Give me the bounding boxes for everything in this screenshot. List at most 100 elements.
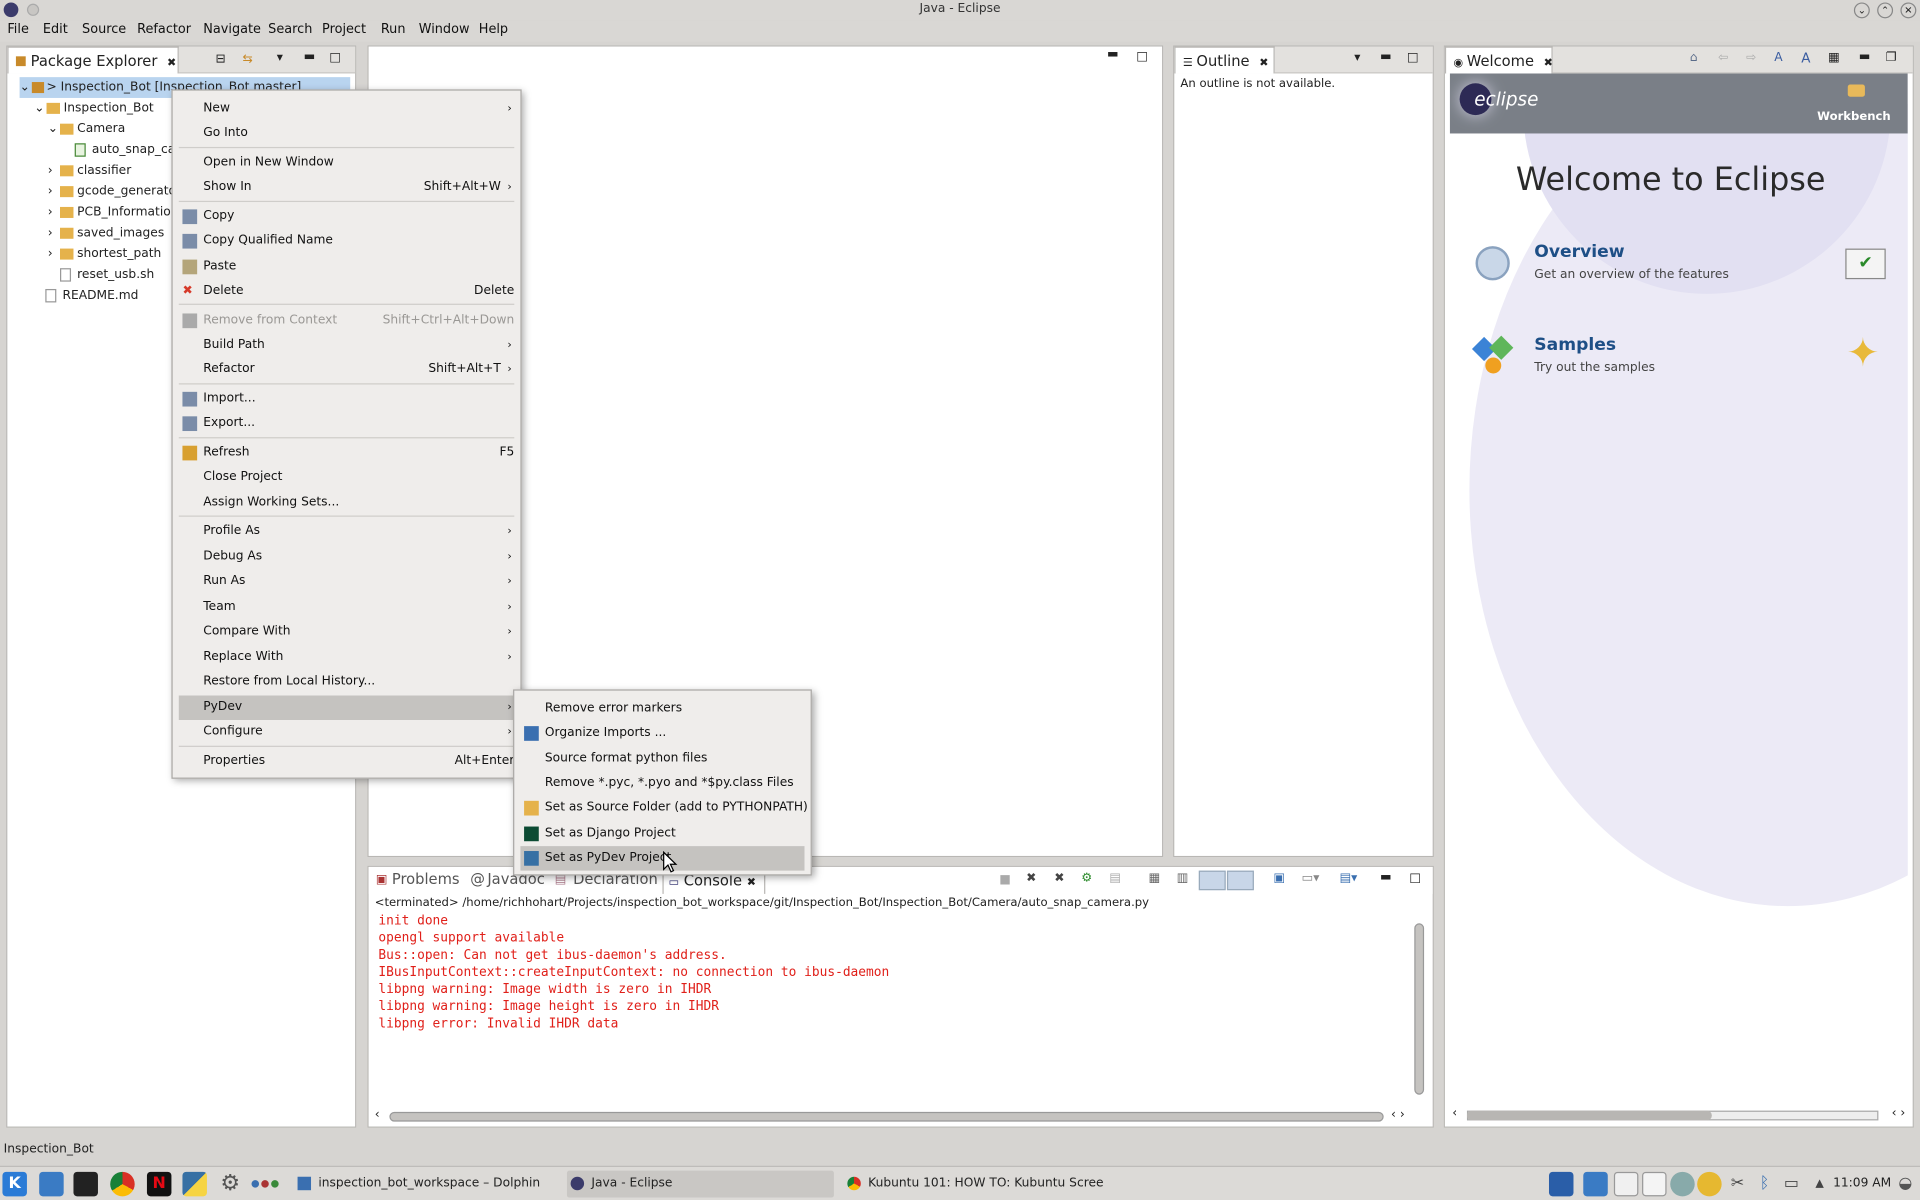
menu-item-replace-with[interactable]: Replace With › [179,645,515,669]
tree-item-pcb-information[interactable]: › PCB_Information [48,202,179,223]
tree-item-gcode-generator[interactable]: › gcode_generator [48,181,181,202]
expand-icon[interactable]: ⌄ [20,77,30,98]
menu-item-export[interactable]: Export... [179,411,515,435]
menu-item-paste[interactable]: Paste [179,255,515,279]
terminate-icon[interactable]: ■ [999,873,1011,886]
maximize-icon[interactable]: ⌃ [1877,2,1894,19]
menu-navigate[interactable]: Navigate [203,22,261,37]
back-icon[interactable]: ⇦ [1718,51,1728,64]
submenu-item-set-as-source-folder-add-to-pythonpath[interactable]: Set as Source Folder (add to PYTHONPATH) [520,796,808,820]
overview-link[interactable]: Overview [1534,242,1624,262]
updates-icon[interactable] [1697,1171,1722,1197]
collapse-icon[interactable]: › [48,244,53,265]
menu-item-copy-qualified-name[interactable]: Copy Qualified Name [179,229,515,253]
tree-item-readme[interactable]: README.md [45,285,138,306]
maximize-editor-icon[interactable]: □ [1136,50,1148,63]
workbench-icon[interactable] [1847,84,1865,97]
tree-item-inspection-bot[interactable]: ⌄ Inspection_Bot [34,98,153,119]
menu-project[interactable]: Project [322,22,366,37]
submenu-item-organize-imports[interactable]: Organize Imports ... [520,721,804,745]
menu-run[interactable]: Run [381,22,406,37]
tab-outline[interactable]: ☰ Outline ✖ [1174,46,1275,74]
settings-icon[interactable]: ⚙ [218,1171,242,1196]
minimize-view-icon[interactable]: ▬ [1380,871,1392,884]
menu-item-refactor[interactable]: Refactor Shift+Alt+T › [179,358,515,382]
close-icon[interactable]: ✕ [1900,2,1917,19]
task-eclipse[interactable]: Java - Eclipse [566,1170,834,1198]
minimize-icon[interactable]: ⌄ [1853,2,1870,19]
terminal-icon[interactable] [73,1171,98,1197]
document-icon[interactable] [1642,1171,1667,1197]
tray-expand-icon[interactable]: ▲ [1807,1172,1831,1196]
network-icon[interactable] [1670,1171,1695,1197]
maximize-view-icon[interactable]: □ [329,51,341,64]
minimize-view-icon[interactable]: ▬ [1859,50,1871,63]
display-console-icon[interactable]: ▭▾ [1302,872,1320,885]
close-tab-icon[interactable]: ✖ [167,58,176,70]
collapse-icon[interactable]: › [48,223,53,244]
view-menu-icon[interactable]: ▾ [1354,51,1360,64]
submenu-item-source-format-python-files[interactable]: Source format python files [520,747,804,771]
welcome-hscrollbar[interactable]: ‹ ‹ › [1450,1107,1908,1123]
menu-item-go-into[interactable]: Go Into [179,121,515,145]
pager-icon[interactable]: ●●● [251,1172,279,1196]
menu-item-restore-from-local-history[interactable]: Restore from Local History... [179,670,515,694]
menu-item-build-path[interactable]: Build Path › [179,333,515,357]
menu-window[interactable]: Window [419,22,470,37]
menu-item-open-in-new-window[interactable]: Open in New Window [179,151,515,175]
forward-icon[interactable]: ⇨ [1746,51,1756,64]
home-icon[interactable]: ⌂ [1690,51,1698,64]
tree-item-shortest-path[interactable]: › shortest_path [48,244,162,265]
tree-item-auto-snap[interactable]: auto_snap_car [74,140,180,161]
whats-new-icon[interactable]: ✦ [1847,333,1880,372]
expand-icon[interactable]: ⌄ [34,98,44,119]
tree-item-classifier[interactable]: › classifier [48,160,131,181]
menu-item-properties[interactable]: Properties Alt+Enter [179,749,515,773]
samples-icon[interactable] [1471,335,1515,376]
tab-welcome[interactable]: ◉ Welcome ✖ [1444,46,1553,74]
maximize-view-icon[interactable]: □ [1407,51,1419,64]
show-on-output-toggle[interactable] [1226,870,1254,891]
scroll-left-icon[interactable]: ‹ [1452,1107,1457,1120]
menu-item-compare-with[interactable]: Compare With › [179,620,515,644]
console-hscrollbar[interactable]: ‹ ‹ › [375,1108,1426,1124]
cashew-icon[interactable]: ◒ [1896,1172,1916,1196]
tab-package-explorer[interactable]: Package Explorer ✖ [7,46,179,74]
collapse-icon[interactable]: › [48,181,53,202]
menu-item-profile-as[interactable]: Profile As › [179,519,515,543]
remove-launch-icon[interactable]: ✖ [1026,872,1036,885]
notes-icon[interactable] [1583,1171,1608,1197]
scroll-right-icon[interactable]: ‹ › [1391,1108,1405,1121]
menu-search[interactable]: Search [268,22,312,37]
zoom-in-icon[interactable]: A [1801,50,1810,66]
new-console-icon[interactable]: ▤ [1109,872,1121,885]
kde-launcher-icon[interactable]: K [2,1171,27,1197]
task-dolphin[interactable]: inspection_bot_workspace – Dolphin [294,1171,557,1198]
tutorials-icon[interactable]: ✔ [1845,248,1886,280]
overview-icon[interactable] [1475,246,1510,281]
scroll-left-icon[interactable]: ‹ [375,1108,380,1121]
file-manager-icon[interactable] [39,1171,64,1197]
menu-edit[interactable]: Edit [43,22,68,37]
expand-icon[interactable]: ⌄ [48,119,58,140]
collapse-icon[interactable]: › [48,160,53,181]
submenu-item-remove-error-markers[interactable]: Remove error markers [520,697,804,721]
maximize-view-icon[interactable]: □ [1409,872,1421,885]
menu-item-assign-working-sets[interactable]: Assign Working Sets... [179,491,515,515]
menu-help[interactable]: Help [479,22,508,37]
minimize-editor-icon[interactable]: ▬ [1107,48,1119,61]
submenu-item-remove-pyc-pyo-and-py-class-files[interactable]: Remove *.pyc, *.pyo and *$py.class Files [520,771,804,795]
menu-item-copy[interactable]: Copy [179,204,515,228]
zoom-out-icon[interactable]: A [1774,51,1782,64]
netflix-icon[interactable]: N [146,1171,172,1197]
menu-item-new[interactable]: New › [179,97,515,121]
collapse-icon[interactable]: › [48,202,53,223]
link-editor-icon[interactable]: ⇆ [242,53,252,66]
menu-item-run-as[interactable]: Run As › [179,569,515,593]
clear-console-icon[interactable]: ▦ [1149,872,1161,885]
minimize-view-icon[interactable]: ▬ [304,50,316,63]
menu-item-configure[interactable]: Configure › [179,720,515,744]
python-icon[interactable] [182,1171,207,1197]
console-vscrollbar[interactable] [1412,913,1427,1106]
close-tab-icon[interactable]: ✖ [1544,58,1553,70]
